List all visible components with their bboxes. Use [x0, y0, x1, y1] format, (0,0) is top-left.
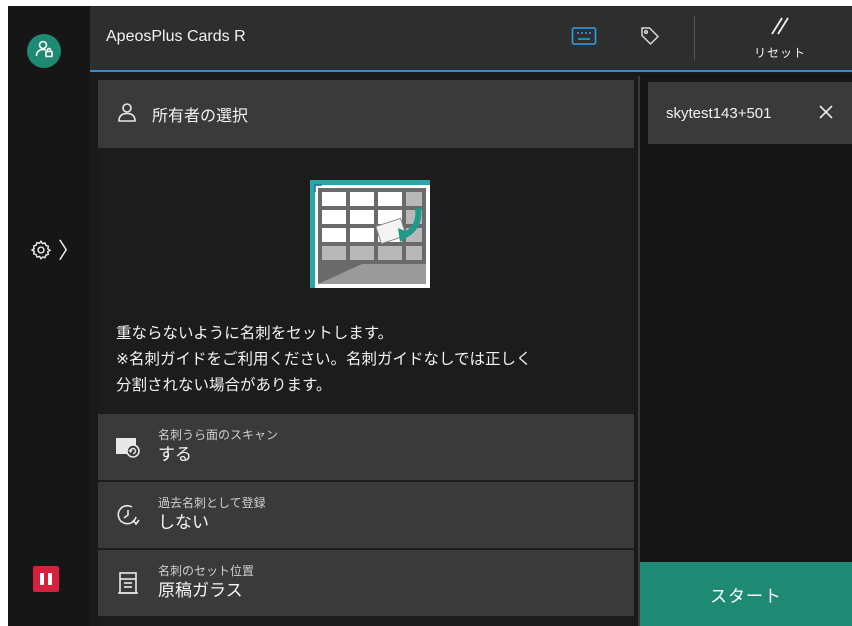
settings-button[interactable]: 〉	[30, 234, 86, 270]
selected-user-name: skytest143+501	[666, 104, 772, 122]
gear-icon	[30, 239, 52, 265]
setting-card-position[interactable]: 名刺のセット位置 原稿ガラス	[98, 550, 634, 616]
card-placement-illustration	[302, 176, 432, 292]
reset-icon	[768, 14, 792, 42]
close-icon[interactable]	[816, 102, 836, 122]
guide-line: ※名刺ガイドをご利用ください。名刺ガイドなしでは正しく	[116, 350, 532, 368]
right-pane: skytest143+501 スタート	[640, 74, 852, 626]
setting-value: しない	[158, 513, 209, 533]
app-title: ApeosPlus Cards R	[106, 28, 246, 45]
keyboard-icon	[571, 26, 597, 50]
left-rail: 〉	[8, 6, 90, 626]
pause-icon	[40, 573, 44, 585]
back-side-scan-icon	[112, 431, 144, 463]
setting-label: 名刺うら面のスキャン	[158, 428, 279, 442]
selected-user-chip[interactable]: skytest143+501	[648, 82, 852, 144]
start-button[interactable]: スタート	[640, 562, 852, 626]
reset-label: リセット	[753, 46, 806, 60]
history-icon	[112, 499, 144, 531]
setting-value: する	[158, 445, 192, 465]
owner-select-label: 所有者の選択	[152, 106, 249, 125]
setting-register-as-past[interactable]: 過去名刺として登録 しない	[98, 482, 634, 548]
main-panel: 所有者の選択 重ならないように名刺をセットします。 ※名刺ガイドをご利用ください…	[98, 80, 634, 626]
guide-line: 重ならないように名刺をセットします。	[116, 324, 394, 342]
header-divider	[694, 16, 695, 60]
guide-text: 重ならないように名刺をセットします。 ※名刺ガイドをご利用ください。名刺ガイドな…	[116, 320, 626, 398]
setting-label: 名刺のセット位置	[158, 564, 255, 578]
header-bar: ApeosPlus Cards R リセット	[90, 6, 852, 72]
user-account-icon	[34, 39, 54, 63]
guide-line: 分割されない場合があります。	[116, 376, 332, 394]
owner-select-button[interactable]: 所有者の選択	[98, 80, 634, 148]
setting-label: 過去名刺として登録	[158, 496, 266, 510]
user-account-button[interactable]	[27, 34, 61, 68]
reset-button[interactable]: リセット	[740, 14, 820, 66]
setting-value: 原稿ガラス	[158, 581, 243, 601]
chevron-right-icon: 〉	[58, 239, 81, 264]
pause-button[interactable]	[33, 566, 59, 592]
device-screen: 〉 ApeosPlus Cards R リセット 所有者の選択 重ならないように…	[8, 6, 852, 626]
setting-back-side-scan[interactable]: 名刺うら面のスキャン する	[98, 414, 634, 480]
keyboard-button[interactable]	[568, 24, 600, 52]
person-icon	[116, 101, 138, 127]
tag-icon	[639, 25, 661, 51]
tag-button[interactable]	[634, 24, 666, 52]
document-glass-icon	[112, 567, 144, 599]
